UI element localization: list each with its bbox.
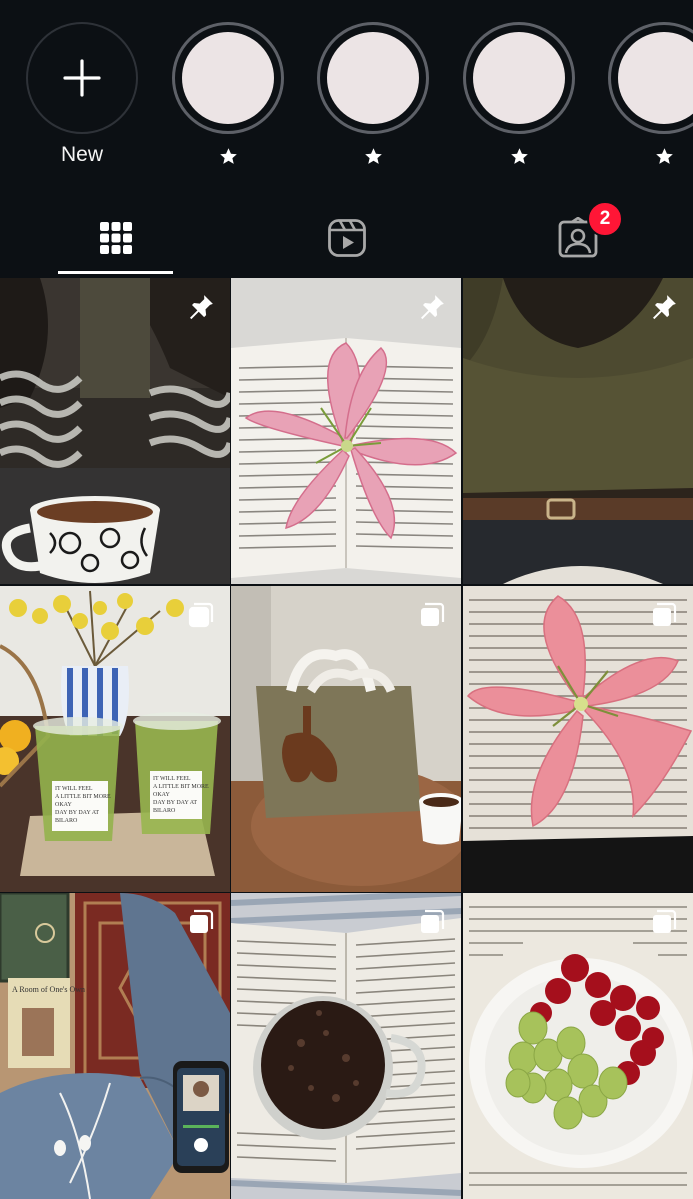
plus-icon bbox=[63, 59, 101, 97]
tab-tagged[interactable]: 2 bbox=[462, 200, 693, 276]
post-image: IT WILL FEEL A LITTLE BIT MORE OKAY DAY … bbox=[0, 586, 230, 892]
new-highlight-circle[interactable] bbox=[26, 22, 138, 134]
svg-text:A LITTLE BIT MORE: A LITTLE BIT MORE bbox=[153, 784, 209, 790]
post-image bbox=[231, 586, 461, 892]
highlight-item[interactable] bbox=[606, 22, 693, 168]
svg-text:BILARO: BILARO bbox=[55, 818, 78, 824]
carousel-icon bbox=[417, 600, 447, 630]
svg-text:IT WILL FEEL: IT WILL FEEL bbox=[55, 786, 93, 792]
grid-post-6[interactable] bbox=[463, 586, 693, 892]
carousel-icon bbox=[649, 907, 679, 937]
post-image bbox=[231, 893, 461, 1199]
grid-post-9[interactable] bbox=[463, 893, 693, 1199]
post-image bbox=[463, 586, 693, 892]
story-highlights-row: New bbox=[0, 0, 693, 185]
carousel-icon bbox=[649, 600, 679, 630]
post-image bbox=[0, 278, 230, 584]
svg-text:OKAY: OKAY bbox=[55, 802, 72, 808]
star-icon bbox=[315, 142, 431, 168]
grid-post-4[interactable]: IT WILL FEEL A LITTLE BIT MORE OKAY DAY … bbox=[0, 586, 230, 892]
highlight-item[interactable] bbox=[461, 22, 577, 168]
carousel-icon bbox=[186, 907, 216, 937]
highlight-new[interactable]: New bbox=[24, 22, 140, 168]
post-image bbox=[231, 278, 461, 584]
carousel-icon bbox=[186, 600, 216, 630]
pin-icon bbox=[186, 292, 216, 322]
svg-text:IT WILL FEEL: IT WILL FEEL bbox=[153, 776, 191, 782]
highlight-item[interactable] bbox=[315, 22, 431, 168]
book-title: A Room of One's Own bbox=[12, 985, 85, 994]
highlight-cover[interactable] bbox=[608, 22, 693, 134]
highlight-cover[interactable] bbox=[463, 22, 575, 134]
selected-tab-indicator bbox=[58, 271, 173, 274]
reels-icon bbox=[327, 219, 366, 257]
grid-post-8[interactable] bbox=[231, 893, 461, 1199]
grid-post-7[interactable]: A Room of One's Own bbox=[0, 893, 230, 1199]
grid-post-3[interactable] bbox=[463, 278, 693, 584]
svg-text:DAY BY DAY AT: DAY BY DAY AT bbox=[55, 810, 99, 816]
post-image bbox=[463, 893, 693, 1199]
svg-text:BILARO: BILARO bbox=[153, 808, 176, 814]
highlight-cover[interactable] bbox=[172, 22, 284, 134]
tagged-count-badge: 2 bbox=[587, 201, 623, 237]
posts-grid: IT WILL FEEL A LITTLE BIT MORE OKAY DAY … bbox=[0, 278, 693, 1199]
star-icon bbox=[461, 142, 577, 168]
star-icon bbox=[606, 142, 693, 168]
highlight-cover[interactable] bbox=[317, 22, 429, 134]
post-image bbox=[463, 278, 693, 584]
pin-icon bbox=[417, 292, 447, 322]
tab-posts-grid[interactable] bbox=[0, 200, 231, 276]
tab-reels[interactable] bbox=[231, 200, 462, 276]
svg-text:DAY BY DAY AT: DAY BY DAY AT bbox=[153, 800, 197, 806]
grid-post-1[interactable] bbox=[0, 278, 230, 584]
grid-post-2[interactable] bbox=[231, 278, 461, 584]
svg-text:A LITTLE BIT MORE: A LITTLE BIT MORE bbox=[55, 794, 111, 800]
highlight-item[interactable] bbox=[170, 22, 286, 168]
carousel-icon bbox=[417, 907, 447, 937]
grid-icon bbox=[99, 222, 132, 254]
grid-post-5[interactable] bbox=[231, 586, 461, 892]
highlight-label: New bbox=[60, 143, 103, 166]
post-image: A Room of One's Own bbox=[0, 893, 230, 1199]
star-icon bbox=[170, 142, 286, 168]
profile-tabs: 2 bbox=[0, 200, 693, 276]
svg-text:OKAY: OKAY bbox=[153, 792, 170, 798]
pin-icon bbox=[649, 292, 679, 322]
